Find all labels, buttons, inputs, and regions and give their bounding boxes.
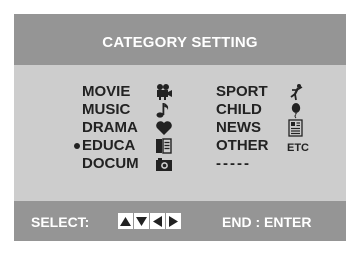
- category-news[interactable]: NEWS: [216, 119, 303, 137]
- left-arrow-key[interactable]: [150, 213, 165, 229]
- category-label: NEWS: [216, 119, 261, 136]
- category-label: EDUCA: [82, 137, 136, 154]
- category-docum[interactable]: DOCUM: [82, 155, 172, 173]
- up-arrow-key[interactable]: [118, 213, 133, 229]
- category-educa[interactable]: EDUCA: [74, 137, 172, 155]
- newspaper-icon: [287, 119, 305, 137]
- category-other[interactable]: OTHER ETC: [216, 137, 309, 155]
- camera-icon: [155, 155, 173, 173]
- etc-icon: ETC: [287, 137, 309, 155]
- category-label: CHILD: [216, 101, 262, 118]
- category-label: DOCUM: [82, 155, 139, 172]
- header-band: CATEGORY SETTING: [14, 14, 346, 65]
- category-movie[interactable]: MOVIE: [82, 83, 172, 101]
- down-arrow-key[interactable]: [134, 213, 149, 229]
- etc-icon-text: ETC: [287, 142, 309, 154]
- arrow-keys: [118, 213, 181, 229]
- selected-indicator: [74, 143, 80, 149]
- osd-screen: CATEGORY SETTING MOVIE MUSIC DRAMA EDUCA…: [14, 14, 346, 241]
- category-drama[interactable]: DRAMA: [82, 119, 172, 137]
- category-label: SPORT: [216, 83, 268, 100]
- category-child[interactable]: CHILD: [216, 101, 301, 119]
- category-music[interactable]: MUSIC: [82, 101, 169, 119]
- footer-band: SELECT: END : ENTER: [14, 201, 346, 241]
- category-label: MOVIE: [82, 83, 131, 100]
- category-sport[interactable]: SPORT: [216, 83, 303, 101]
- category-label: DRAMA: [82, 119, 138, 136]
- page-title: CATEGORY SETTING: [102, 34, 258, 51]
- heart-icon: [155, 119, 173, 137]
- book-icon: [155, 137, 173, 155]
- music-note-icon: [155, 101, 173, 119]
- end-enter-label: END : ENTER: [222, 214, 312, 230]
- sport-player-icon: [287, 83, 305, 101]
- right-arrow-key[interactable]: [166, 213, 181, 229]
- select-label: SELECT:: [31, 214, 90, 230]
- movie-camera-icon: [155, 83, 173, 101]
- category-label: MUSIC: [82, 101, 131, 118]
- category-label: OTHER: [216, 137, 269, 154]
- child-balloon-icon: [287, 101, 305, 119]
- category-empty-slot: -----: [216, 155, 251, 173]
- category-label: -----: [216, 155, 251, 172]
